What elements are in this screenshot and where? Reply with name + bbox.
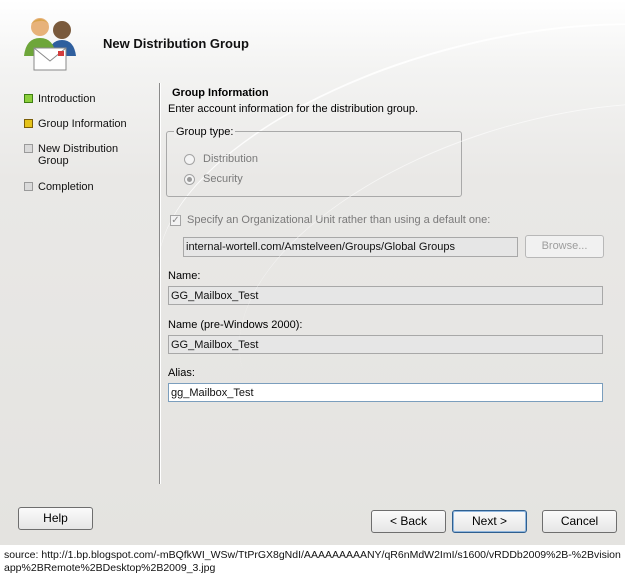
- pane-divider: [159, 83, 161, 484]
- step-group-information: Group Information: [24, 118, 128, 130]
- step-introduction: Introduction: [24, 93, 128, 105]
- name-field[interactable]: GG_Mailbox_Test: [168, 286, 603, 305]
- radio-button[interactable]: [184, 173, 195, 185]
- browse-button[interactable]: Browse...: [525, 235, 604, 258]
- prewin-name-label: Name (pre-Windows 2000):: [168, 319, 303, 331]
- alias-field[interactable]: gg_Mailbox_Test: [168, 383, 603, 402]
- prewin-name-field[interactable]: GG_Mailbox_Test: [168, 335, 603, 354]
- step-label: Group Information: [38, 118, 127, 130]
- ou-path-field[interactable]: internal-wortell.com/Amstelveen/Groups/G…: [183, 237, 518, 257]
- section-description: Enter account information for the distri…: [168, 103, 419, 115]
- step-done-indicator: [24, 94, 33, 103]
- ou-checkbox[interactable]: ✓: [170, 214, 181, 226]
- radio-button[interactable]: [184, 153, 195, 165]
- users-mail-icon: [24, 18, 76, 71]
- radio-security[interactable]: Security: [184, 173, 243, 185]
- step-new-distribution-group: New Distribution Group: [24, 143, 128, 167]
- ou-checkbox-row[interactable]: ✓ Specify an Organizational Unit rather …: [170, 214, 490, 226]
- step-label: Completion: [38, 181, 94, 193]
- section-title: Group Information: [172, 87, 269, 99]
- step-label: Introduction: [38, 93, 96, 105]
- alias-label: Alias:: [168, 367, 195, 379]
- wizard-title: New Distribution Group: [103, 36, 249, 51]
- next-button[interactable]: Next >: [452, 510, 527, 533]
- check-icon: ✓: [171, 214, 180, 226]
- radio-label: Distribution: [203, 153, 259, 165]
- back-button[interactable]: < Back: [371, 510, 446, 533]
- source-caption: source: http://1.bp.blogspot.com/-mBQfkW…: [4, 549, 621, 574]
- cancel-button[interactable]: Cancel: [542, 510, 617, 533]
- step-completion: Completion: [24, 181, 128, 193]
- help-button[interactable]: Help: [18, 507, 93, 530]
- name-label: Name:: [168, 270, 201, 282]
- group-type-label: Group type:: [174, 126, 236, 138]
- radio-distribution[interactable]: Distribution: [184, 153, 258, 165]
- wizard-window: New Distribution Group Introduction Grou…: [0, 0, 625, 545]
- radio-label: Security: [203, 173, 243, 185]
- step-current-indicator: [24, 119, 33, 128]
- step-pending-indicator: [24, 144, 33, 153]
- ou-checkbox-label: Specify an Organizational Unit rather th…: [187, 214, 491, 226]
- step-pending-indicator: [24, 182, 33, 191]
- step-label: New Distribution Group: [38, 143, 119, 167]
